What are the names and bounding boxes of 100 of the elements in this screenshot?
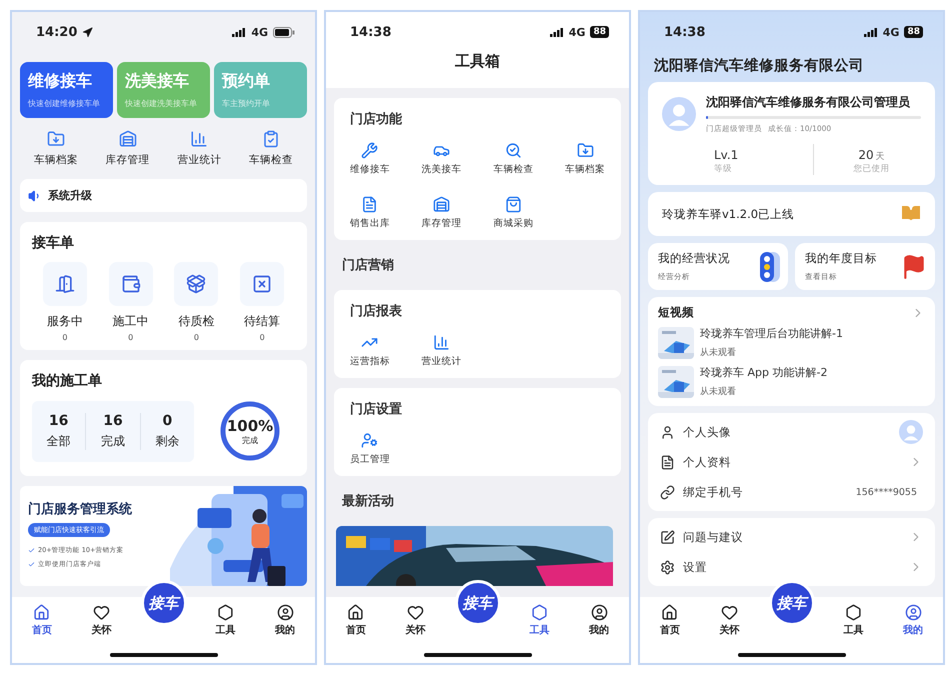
heart-icon	[721, 604, 738, 621]
quick-action-card[interactable]: 维修接车 快速创建维修接车单	[20, 62, 113, 118]
tab-item[interactable]: 我的	[883, 604, 943, 637]
status-time: 14:20	[36, 24, 78, 40]
phone-number: 156****9055	[856, 486, 917, 498]
company-name: 沈阳驿信汽车维修服务有限公司	[653, 56, 865, 75]
row-label: 个人资料	[683, 454, 732, 470]
tab-item[interactable]: 我的	[255, 604, 315, 637]
flag-icon	[901, 254, 927, 280]
stat-label: 您已使用	[854, 163, 890, 175]
link-icon	[660, 484, 675, 500]
settings-row[interactable]: 个人资料	[660, 447, 923, 477]
section-title: 最新活动	[341, 492, 395, 511]
shopping-bag-icon	[504, 196, 522, 213]
progress-percent: 100%	[226, 416, 274, 434]
video-item[interactable]: 玲珑养车管理后台功能讲解-1 从未观看	[658, 326, 925, 359]
user-icon	[590, 604, 608, 621]
announcement-card[interactable]: 玲珑养车驿v1.2.0已上线	[648, 192, 935, 236]
settings-row[interactable]: 个人头像	[660, 417, 923, 447]
stat-unit: 天	[876, 152, 885, 162]
tab-item[interactable]: 工具	[824, 604, 884, 637]
tool-item[interactable]: 车辆档案	[549, 142, 621, 176]
card-subtitle: 车主预约开单	[222, 98, 271, 109]
notice-bar[interactable]: 系统升级	[20, 179, 307, 212]
section-title: 门店报表	[349, 302, 403, 320]
tab-item[interactable]: 首页	[12, 604, 72, 637]
hexagon-icon	[844, 604, 862, 621]
shortcut-item[interactable]: 营业统计	[164, 130, 236, 167]
folder-download-icon	[46, 130, 65, 148]
tab-item[interactable]: 首页	[640, 604, 700, 637]
status-time: 14:38	[350, 24, 392, 40]
network-label: 4G	[251, 26, 268, 38]
tool-item[interactable]: 车辆检查	[478, 142, 550, 176]
status-count: 0	[194, 333, 199, 342]
video-item[interactable]: 玲珑养车 App 功能讲解-2 从未观看	[658, 365, 925, 398]
row-label: 设置	[683, 560, 708, 574]
stat-value: 20	[858, 148, 874, 162]
card-title: 预约单	[222, 71, 271, 92]
stat-value: 16	[103, 412, 123, 428]
order-status-item[interactable]: 施工中 0	[98, 262, 164, 342]
section-title: 门店设置	[349, 400, 403, 418]
video-title: 玲珑养车 App 功能讲解-2	[700, 365, 828, 380]
stat-value: 16	[48, 412, 68, 428]
video-status: 从未观看	[700, 386, 737, 398]
folder-download-icon	[576, 142, 594, 159]
shortcut-item[interactable]: 车辆检查	[235, 130, 307, 167]
pickup-button[interactable]: 接车	[768, 580, 814, 626]
tab-item[interactable]: 工具	[196, 604, 256, 637]
tool-item[interactable]: 员工管理	[334, 432, 406, 466]
search-icon	[504, 142, 522, 159]
warehouse-icon	[433, 196, 450, 213]
document-icon	[660, 454, 675, 470]
tab-item[interactable]: 关怀	[386, 604, 446, 637]
order-status-item[interactable]: 待质检 0	[164, 262, 230, 342]
document-icon	[361, 196, 378, 213]
tool-item[interactable]: 维修接车	[334, 142, 406, 176]
battery-level: 88	[590, 26, 609, 38]
home-icon	[661, 604, 678, 621]
traffic-light-icon	[760, 252, 780, 282]
wallet-icon	[120, 274, 141, 294]
stat-label: 完成	[100, 432, 125, 450]
tab-item[interactable]: 我的	[569, 604, 629, 637]
order-status-item[interactable]: 待结算 0	[229, 262, 295, 342]
wrench-icon	[361, 142, 378, 159]
stat-label: 全部	[46, 432, 71, 450]
status-label: 施工中	[112, 313, 149, 330]
pickup-button[interactable]: 接车	[454, 580, 500, 626]
tool-item[interactable]: 商城采购	[478, 196, 550, 230]
battery-icon	[273, 26, 295, 38]
card-title: 维修接车	[28, 71, 93, 92]
status-label: 待质检	[178, 313, 214, 330]
tool-item[interactable]: 销售出库	[334, 196, 406, 230]
settings-row[interactable]: 设置	[660, 552, 923, 582]
order-status-item[interactable]: 服务中 0	[32, 262, 98, 342]
status-label: 待结算	[244, 313, 280, 330]
tab-item[interactable]: 关怀	[72, 604, 132, 637]
clipboard-check-icon	[262, 130, 280, 148]
network-label: 4G	[568, 26, 586, 38]
tool-item[interactable]: 运营指标	[334, 334, 406, 368]
tab-item[interactable]: 首页	[326, 604, 386, 637]
status-time: 14:38	[664, 24, 706, 40]
user-icon	[276, 604, 294, 621]
shortcut-item[interactable]: 库存管理	[92, 130, 164, 167]
tool-item[interactable]: 库存管理	[406, 196, 478, 230]
tab-item[interactable]: 工具	[510, 604, 570, 637]
tab-item[interactable]: 关怀	[700, 604, 760, 637]
settings-row[interactable]: 绑定手机号 156****9055	[660, 477, 923, 507]
shortcut-item[interactable]: 车辆档案	[20, 130, 92, 167]
location-arrow-icon	[82, 26, 94, 38]
bar-chart-icon	[433, 334, 450, 351]
tool-item[interactable]: 营业统计	[406, 334, 478, 368]
tile-title: 我的年度目标	[805, 251, 877, 266]
pickup-button[interactable]: 接车	[140, 580, 186, 626]
home-icon	[33, 604, 50, 621]
settings-row[interactable]: 问题与建议	[660, 522, 923, 552]
stat-value: Lv.1	[714, 148, 738, 162]
tool-item[interactable]: 洗美接车	[406, 142, 478, 176]
section-title: 我的施工单	[32, 372, 103, 390]
avatar-icon	[662, 97, 696, 131]
video-status: 从未观看	[700, 346, 737, 359]
